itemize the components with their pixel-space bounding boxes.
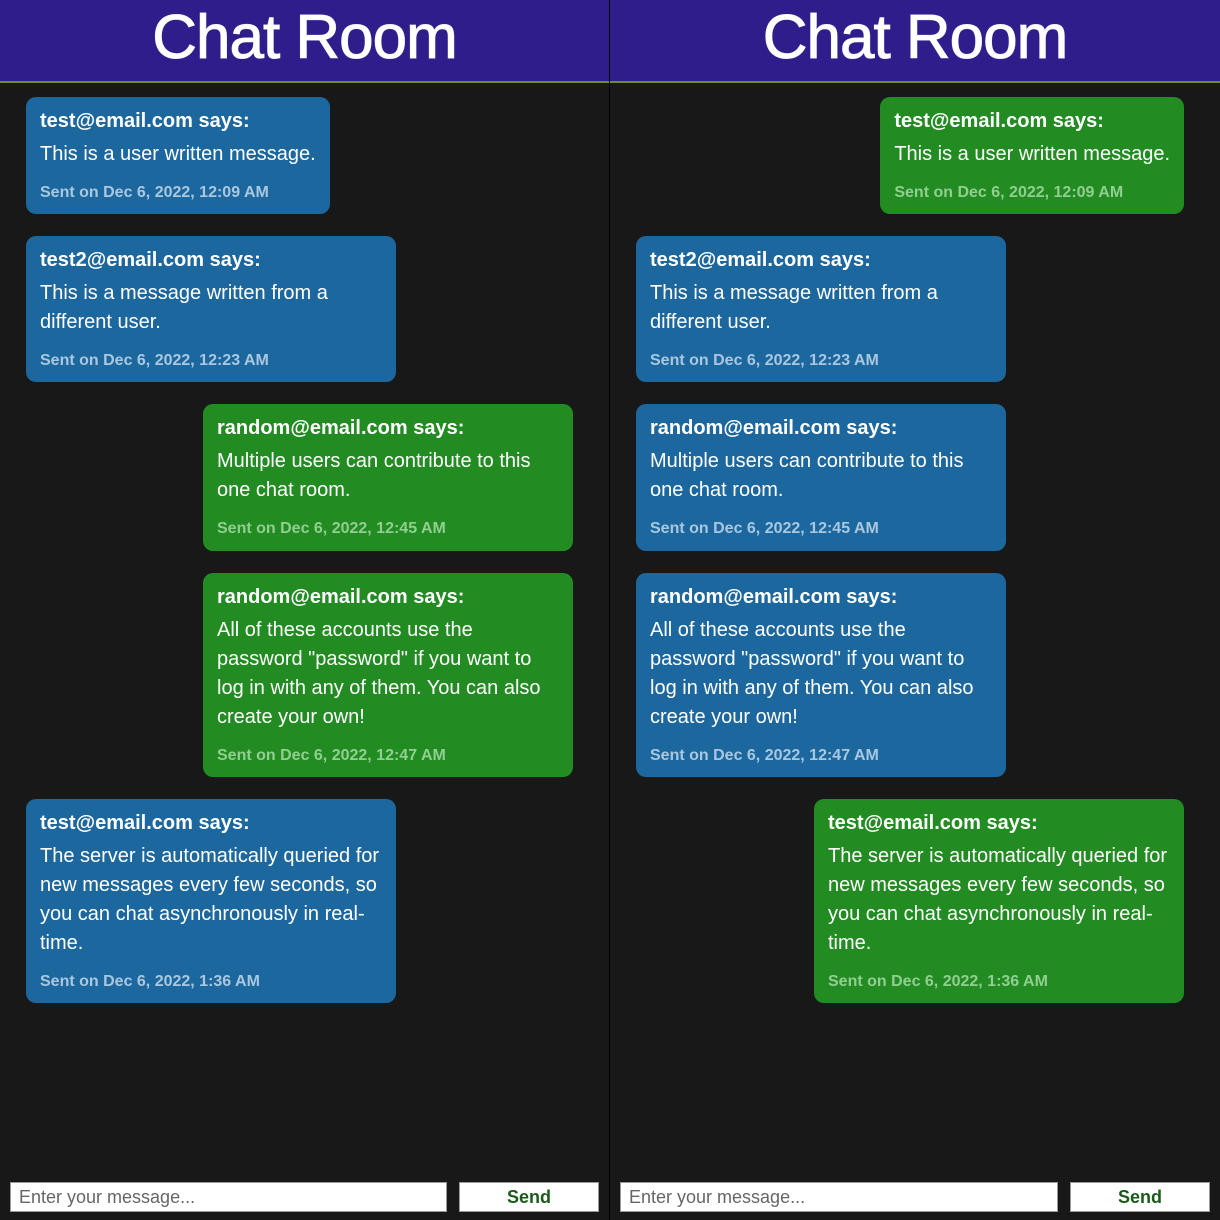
message-sender: test2@email.com says: [650,246,992,275]
chat-pane-right: Chat Room test@email.com says: This is a … [610,0,1220,1220]
message-sender: random@email.com says: [650,414,992,443]
message-bubble: test2@email.com says: This is a message w… [636,236,1006,382]
message-timestamp: Sent on Dec 6, 2022, 12:47 AM [650,744,992,767]
message-body: Multiple users can contribute to this on… [217,447,559,505]
message-body: This is a user written message. [40,140,316,169]
message-sender: random@email.com says: [650,583,992,612]
message-bubble: test2@email.com says: This is a message w… [26,236,396,382]
message-bubble: random@email.com says: All of these accou… [203,573,573,777]
message-bubble: test@email.com says: This is a user writt… [880,97,1184,214]
message-bubble: test@email.com says: This is a user writt… [26,97,330,214]
message-sender: test@email.com says: [894,107,1170,136]
send-button[interactable]: Send [459,1182,599,1212]
message-sender: test@email.com says: [40,107,316,136]
message-timestamp: Sent on Dec 6, 2022, 1:36 AM [828,970,1170,993]
message-body: The server is automatically queried for … [40,842,382,958]
message-timestamp: Sent on Dec 6, 2022, 1:36 AM [40,970,382,993]
message-sender: test@email.com says: [828,809,1170,838]
page-title: Chat Room [610,0,1220,83]
message-sender: random@email.com says: [217,583,559,612]
message-input[interactable] [10,1182,447,1212]
message-bubble: test@email.com says: The server is automa… [26,799,396,1003]
message-body: This is a message written from a differe… [650,279,992,337]
message-body: This is a user written message. [894,140,1170,169]
message-bubble: random@email.com says: All of these accou… [636,573,1006,777]
send-button[interactable]: Send [1070,1182,1210,1212]
message-list[interactable]: test@email.com says: This is a user writt… [610,83,1220,1220]
message-sender: test2@email.com says: [40,246,382,275]
message-body: All of these accounts use the password "… [217,616,559,732]
message-body: This is a message written from a differe… [40,279,382,337]
message-timestamp: Sent on Dec 6, 2022, 12:09 AM [40,181,316,204]
message-body: Multiple users can contribute to this on… [650,447,992,505]
message-list[interactable]: test@email.com says: This is a user writt… [0,83,609,1220]
message-bubble: random@email.com says: Multiple users can… [636,404,1006,550]
composer: Send [620,1182,1210,1212]
message-input[interactable] [620,1182,1058,1212]
page-title: Chat Room [0,0,609,83]
message-bubble: test@email.com says: The server is automa… [814,799,1184,1003]
composer: Send [10,1182,599,1212]
message-timestamp: Sent on Dec 6, 2022, 12:47 AM [217,744,559,767]
message-timestamp: Sent on Dec 6, 2022, 12:09 AM [894,181,1170,204]
message-body: All of these accounts use the password "… [650,616,992,732]
message-timestamp: Sent on Dec 6, 2022, 12:23 AM [650,349,992,372]
message-timestamp: Sent on Dec 6, 2022, 12:45 AM [650,517,992,540]
message-body: The server is automatically queried for … [828,842,1170,958]
chat-pane-left: Chat Room test@email.com says: This is a … [0,0,610,1220]
message-timestamp: Sent on Dec 6, 2022, 12:45 AM [217,517,559,540]
message-bubble: random@email.com says: Multiple users can… [203,404,573,550]
message-sender: random@email.com says: [217,414,559,443]
message-timestamp: Sent on Dec 6, 2022, 12:23 AM [40,349,382,372]
message-sender: test@email.com says: [40,809,382,838]
